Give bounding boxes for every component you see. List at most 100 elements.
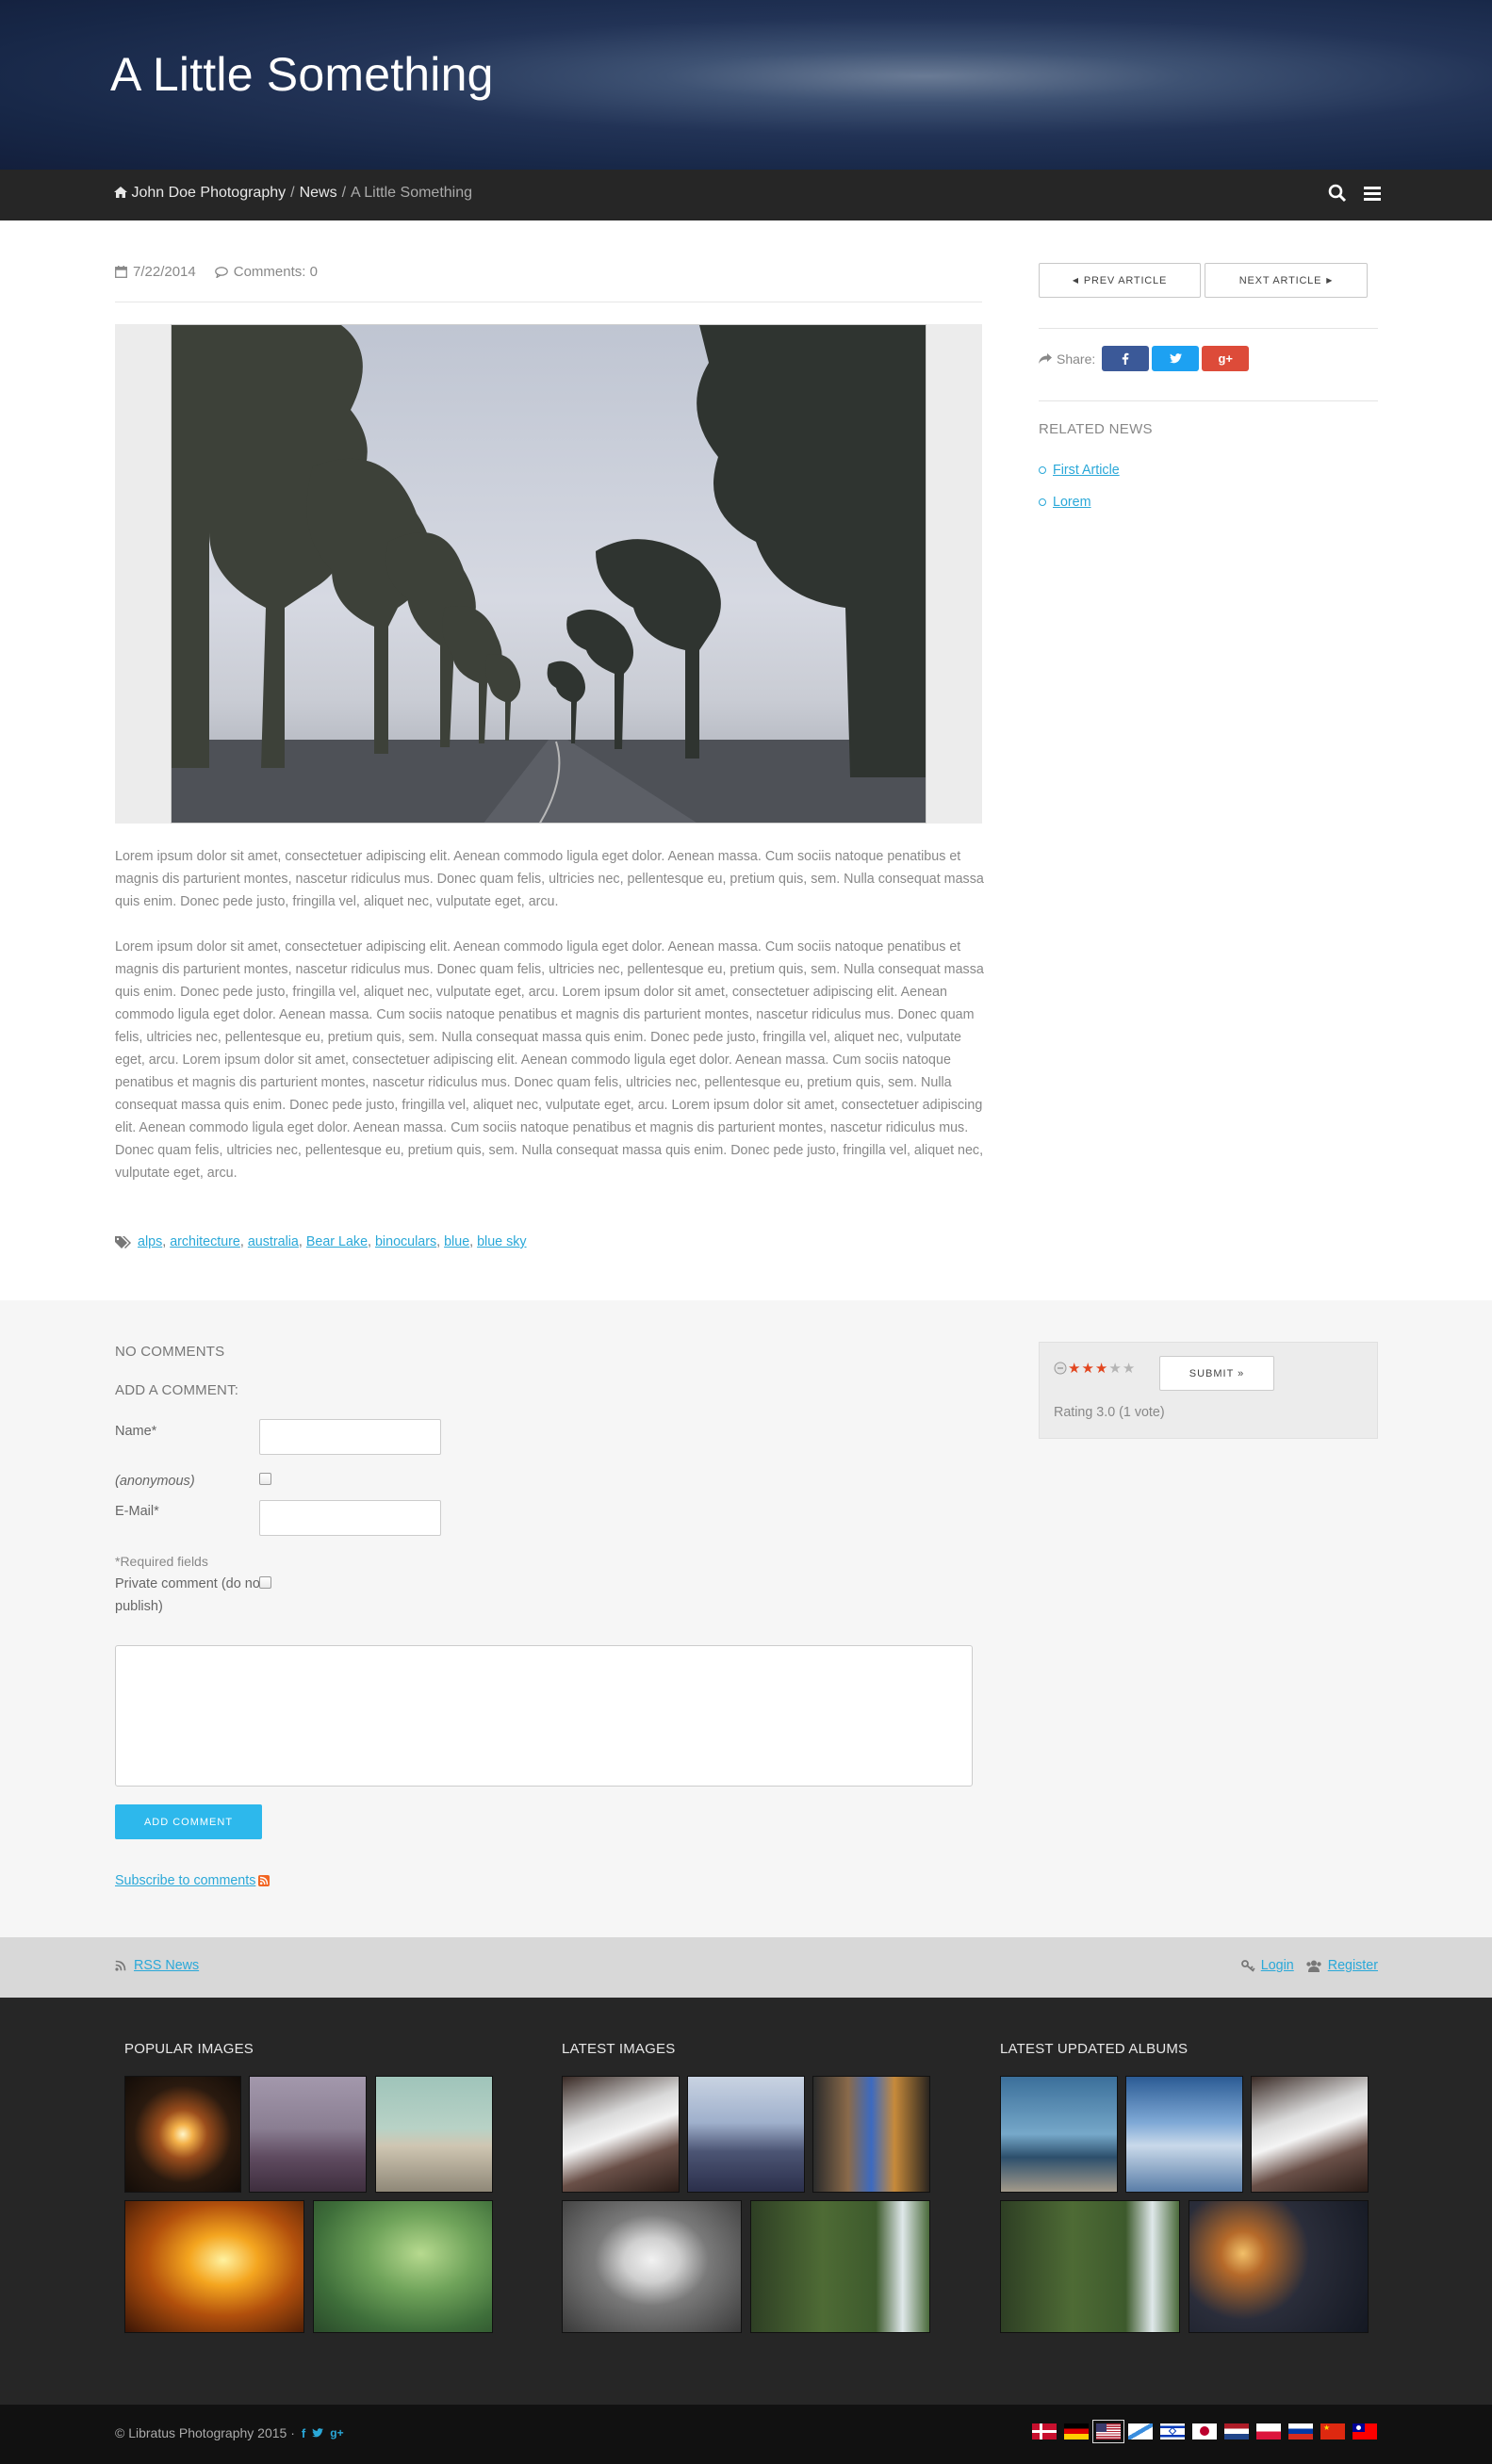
tag-link[interactable]: Bear Lake: [306, 1234, 368, 1249]
menu-icon[interactable]: [1364, 184, 1381, 203]
subscribe-link[interactable]: Subscribe to comments: [115, 1873, 255, 1888]
thumbnail[interactable]: [1251, 2076, 1369, 2193]
twitter-icon[interactable]: [312, 2428, 324, 2438]
flag-pl-icon[interactable]: [1256, 2423, 1281, 2440]
facebook-icon: [1123, 352, 1129, 365]
thumbnail[interactable]: [124, 2200, 304, 2333]
flag-cn-icon[interactable]: ★: [1320, 2423, 1345, 2440]
add-comment-button[interactable]: ADD COMMENT: [115, 1804, 262, 1839]
flag-ru-icon[interactable]: [1288, 2423, 1313, 2440]
flag-nl-icon[interactable]: [1224, 2423, 1249, 2440]
breadcrumb: John Doe Photography / News / A Little Somet…: [114, 185, 472, 202]
thumbnail[interactable]: [1000, 2076, 1118, 2193]
popular-images-title: POPULAR IMAGES: [124, 2041, 254, 2057]
breadcrumb-news[interactable]: News: [300, 185, 337, 201]
thumbnail[interactable]: [375, 2076, 493, 2193]
tag-list: alps, architecture, australia, Bear Lake…: [115, 1234, 527, 1249]
bullet-icon: [1039, 498, 1046, 506]
tag-link[interactable]: australia: [248, 1234, 299, 1249]
flag-da-icon[interactable]: [1032, 2423, 1057, 2440]
next-article-button[interactable]: NEXT ARTICLE ▶: [1205, 263, 1368, 298]
login-link[interactable]: Login: [1261, 1958, 1294, 1973]
article-paragraph: Lorem ipsum dolor sit amet, consectetuer…: [115, 939, 984, 1181]
rating-submit-button[interactable]: SUBMIT »: [1159, 1356, 1274, 1391]
related-news-list: First Article: [1039, 463, 1120, 478]
article-image: [171, 324, 926, 824]
flag-ja-icon[interactable]: [1192, 2423, 1217, 2440]
register-link[interactable]: Register: [1328, 1958, 1378, 1973]
thumbnail[interactable]: [812, 2076, 930, 2193]
bottom-bar: © Libratus Photography 2015 · f g+ ★: [0, 2405, 1492, 2464]
related-news-title: RELATED NEWS: [1039, 421, 1153, 437]
list-item: First Article: [1039, 463, 1120, 478]
googleplus-icon[interactable]: g+: [330, 2426, 343, 2440]
latest-images-title: LATEST IMAGES: [562, 2041, 676, 2057]
rss-news-link[interactable]: RSS News: [134, 1958, 199, 1973]
tag-link[interactable]: alps: [138, 1234, 162, 1249]
rss-icon: [115, 1960, 126, 1971]
thumbnail[interactable]: [124, 2076, 241, 2193]
thumbnail[interactable]: [1189, 2200, 1369, 2333]
private-comment-checkbox[interactable]: [259, 1576, 271, 1589]
article-date: 7/22/2014: [133, 264, 196, 280]
thumbnail[interactable]: [562, 2200, 742, 2333]
divider: [1039, 328, 1378, 329]
tags-icon: [115, 1235, 131, 1248]
no-comments-title: NO COMMENTS: [115, 1344, 225, 1360]
comments-icon: [214, 266, 228, 278]
reset-rating-icon[interactable]: [1054, 1362, 1067, 1375]
name-field[interactable]: [259, 1419, 441, 1455]
flag-us-icon[interactable]: [1092, 2420, 1124, 2443]
thumbnail[interactable]: [1125, 2076, 1243, 2193]
thumbnail[interactable]: [249, 2076, 367, 2193]
email-field[interactable]: [259, 1500, 441, 1536]
flag-gl-icon[interactable]: [1128, 2423, 1153, 2440]
comment-textarea[interactable]: [115, 1645, 973, 1787]
language-selector: ★: [1032, 2420, 1377, 2443]
thumbnail[interactable]: [313, 2200, 493, 2333]
star-icon[interactable]: ★: [1081, 1360, 1093, 1377]
article-meta: 7/22/2014 Comments: 0: [115, 264, 318, 280]
thumbnail[interactable]: [562, 2076, 680, 2193]
star-icon[interactable]: ★: [1123, 1360, 1135, 1377]
share-bar: Share: g+: [1039, 346, 1250, 371]
star-icon[interactable]: ★: [1068, 1360, 1080, 1377]
star-icon[interactable]: ★: [1095, 1360, 1107, 1377]
twitter-share-button[interactable]: [1152, 346, 1200, 371]
thumbnail[interactable]: [1000, 2200, 1180, 2333]
flag-tw-icon[interactable]: [1353, 2423, 1377, 2440]
related-link[interactable]: First Article: [1053, 463, 1120, 478]
links-bar: RSS News Login Register: [0, 1937, 1492, 1998]
breadcrumb-home[interactable]: John Doe Photography: [131, 185, 286, 201]
rating-stars[interactable]: ★ ★ ★ ★ ★: [1054, 1360, 1135, 1377]
tag-link[interactable]: architecture: [170, 1234, 240, 1249]
star-icon[interactable]: ★: [1108, 1360, 1121, 1377]
search-icon[interactable]: [1328, 184, 1347, 203]
share-icon: [1039, 352, 1052, 364]
anonymous-label: (anonymous): [115, 1474, 195, 1489]
twitter-icon: [1169, 353, 1182, 364]
facebook-share-button[interactable]: [1102, 346, 1150, 371]
anonymous-checkbox[interactable]: [259, 1473, 271, 1485]
tag-link[interactable]: binoculars: [375, 1234, 436, 1249]
related-link[interactable]: Lorem: [1053, 495, 1091, 510]
home-icon: [114, 187, 127, 198]
rss-feed-icon[interactable]: [258, 1875, 271, 1886]
tag-link[interactable]: blue: [444, 1234, 469, 1249]
thumbnail[interactable]: [750, 2200, 930, 2333]
googleplus-icon: g+: [1218, 351, 1234, 366]
required-note: *Required fields: [115, 1554, 208, 1569]
flag-he-icon[interactable]: [1160, 2423, 1185, 2440]
tag-link[interactable]: blue sky: [477, 1234, 526, 1249]
thumbnail[interactable]: [687, 2076, 805, 2193]
private-comment-label: Private comment (do not publish): [115, 1576, 264, 1614]
flag-de-icon[interactable]: [1064, 2423, 1089, 2440]
bullet-icon: [1039, 466, 1046, 474]
add-comment-title: ADD A COMMENT:: [115, 1382, 239, 1398]
prev-article-button[interactable]: ◀ PREV ARTICLE: [1039, 263, 1201, 298]
facebook-icon[interactable]: f: [302, 2426, 305, 2440]
subscribe-comments: Subscribe to comments: [115, 1873, 271, 1888]
googleplus-share-button[interactable]: g+: [1202, 346, 1250, 371]
name-label: Name*: [115, 1424, 157, 1439]
list-item: Lorem: [1039, 495, 1091, 510]
